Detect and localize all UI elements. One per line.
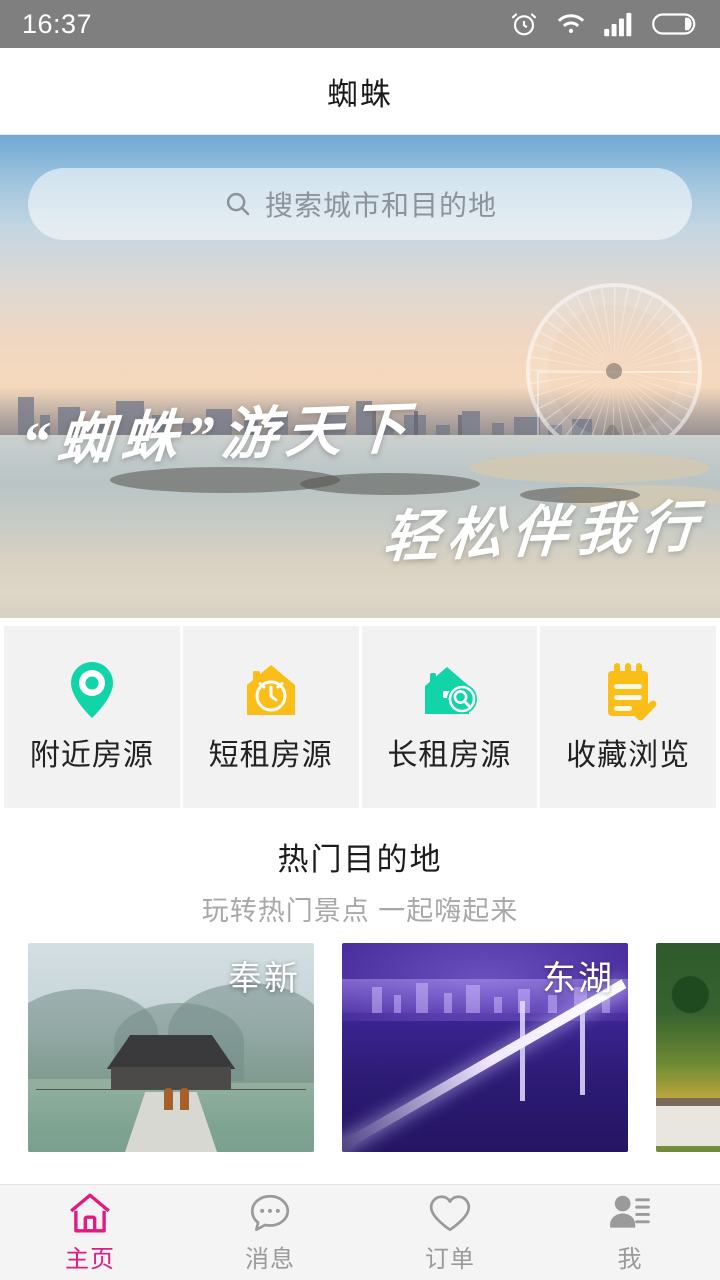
house-search-icon bbox=[425, 667, 478, 714]
hero-banner: 搜索城市和目的地 “蜘蛛”游天下 轻松伴我行 bbox=[0, 135, 720, 618]
heart-icon bbox=[429, 1195, 471, 1232]
status-bar: 16:37 bbox=[0, 0, 720, 48]
tab-messages[interactable]: 消息 bbox=[180, 1185, 360, 1280]
destination-name: 东湖 bbox=[542, 960, 614, 998]
alarm-clock-icon bbox=[511, 13, 537, 36]
hero-slogan-line1: “蜘蛛”游天下 bbox=[18, 398, 417, 474]
home-icon bbox=[70, 1193, 110, 1233]
quick-action-short-rent[interactable]: 短租房源 bbox=[182, 626, 359, 808]
forest bbox=[656, 943, 720, 1029]
chat-bubble-icon bbox=[250, 1194, 290, 1232]
quick-action-long-rent[interactable]: 长租房源 bbox=[361, 626, 538, 808]
signal-icon bbox=[604, 12, 632, 37]
tab-label: 我 bbox=[617, 1246, 643, 1273]
tab-home[interactable]: 主页 bbox=[0, 1185, 180, 1280]
page-title: 蜘蛛 bbox=[327, 76, 393, 112]
night-water bbox=[342, 1021, 628, 1152]
search-icon bbox=[226, 192, 250, 216]
location-pin-icon bbox=[70, 662, 113, 718]
destination-card[interactable] bbox=[656, 943, 720, 1152]
tab-profile[interactable]: 我 bbox=[540, 1185, 720, 1280]
quick-action-label: 附近房源 bbox=[29, 739, 154, 772]
quick-action-favorites[interactable]: 收藏浏览 bbox=[540, 626, 716, 808]
status-time: 16:37 bbox=[22, 8, 93, 39]
destination-card[interactable]: 奉新 bbox=[28, 943, 314, 1152]
destination-card[interactable]: 东湖 bbox=[342, 943, 628, 1152]
quick-actions: 附近房源 短租房源 长租房源 收藏浏览 bbox=[0, 618, 720, 818]
app-header: 蜘蛛 bbox=[0, 48, 720, 135]
app-screen: 16:37 蜘蛛 搜索城市和目的地 “蜘蛛”游天下 轻松伴我行 附近房源 短租房… bbox=[0, 0, 720, 1280]
quick-action-label: 收藏浏览 bbox=[566, 739, 691, 772]
person-list-icon bbox=[610, 1195, 650, 1228]
quick-action-nearby[interactable]: 附近房源 bbox=[4, 626, 180, 808]
quick-action-label: 长租房源 bbox=[387, 739, 512, 772]
house-clock-icon bbox=[246, 665, 295, 715]
search-input[interactable]: 搜索城市和目的地 bbox=[28, 168, 692, 240]
battery-icon bbox=[652, 13, 696, 35]
hot-destinations-section-header: 热门目的地 玩转热门景点 一起嗨起来 bbox=[0, 818, 720, 943]
search-placeholder: 搜索城市和目的地 bbox=[264, 190, 497, 221]
destination-carousel[interactable]: 奉新 东湖 bbox=[0, 943, 720, 1184]
bottom-navigation: 主页 消息 订单 我 bbox=[0, 1184, 720, 1280]
section-subtitle: 玩转热门景点 一起嗨起来 bbox=[201, 895, 519, 926]
wifi-icon bbox=[557, 14, 585, 33]
village-roofline bbox=[656, 1098, 720, 1106]
status-icons bbox=[509, 9, 698, 39]
hero-slogan-line2: 轻松伴我行 bbox=[380, 496, 707, 570]
tab-label: 主页 bbox=[65, 1246, 115, 1273]
destination-name: 奉新 bbox=[228, 960, 300, 998]
tab-orders[interactable]: 订单 bbox=[360, 1185, 540, 1280]
village-houses bbox=[656, 1106, 720, 1146]
tab-label: 消息 bbox=[245, 1246, 295, 1273]
section-title: 热门目的地 bbox=[277, 841, 443, 877]
tab-label: 订单 bbox=[425, 1246, 475, 1273]
notepad-check-icon bbox=[608, 663, 657, 721]
quick-action-label: 短租房源 bbox=[208, 739, 333, 772]
